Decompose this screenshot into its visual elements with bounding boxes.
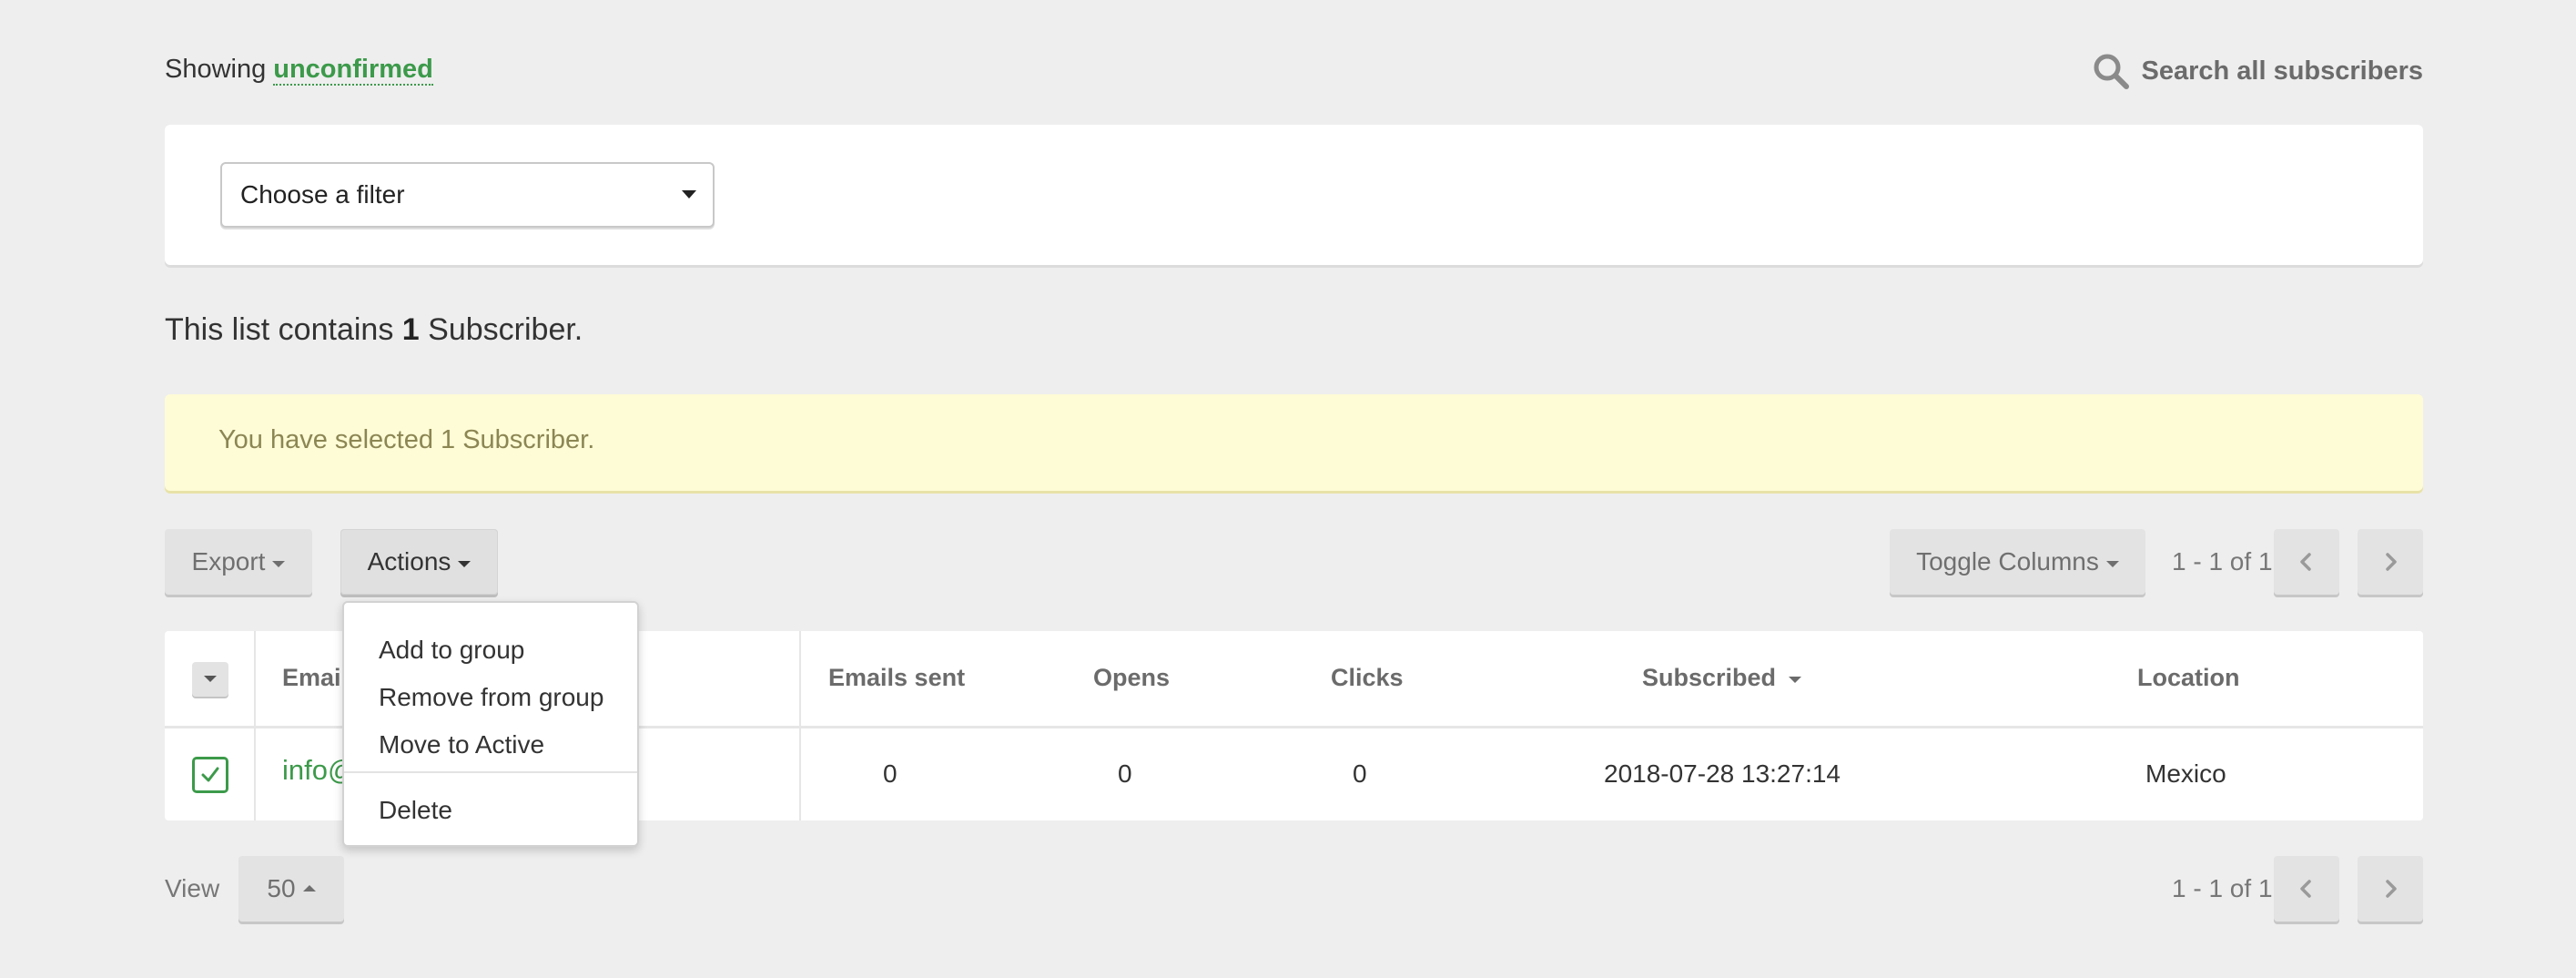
chevron-down-icon [682, 190, 696, 199]
cell-emails-sent: 0 [883, 759, 898, 788]
filter-select[interactable]: Choose a filter [220, 162, 715, 228]
sort-descending-icon [1788, 677, 1801, 683]
chevron-left-icon [2300, 880, 2311, 898]
pagination-info-top: 1 - 1 of 1 [2172, 547, 2273, 576]
search-all-subscribers-button[interactable]: Search all subscribers [2091, 51, 2424, 91]
summary-suffix: Subscriber. [428, 312, 583, 347]
selection-notice-text: You have selected 1 Subscriber. [218, 425, 595, 454]
caret-up-icon [302, 884, 316, 891]
actions-button[interactable]: Actions [340, 529, 498, 595]
column-header-clicks[interactable]: Clicks [1331, 661, 1404, 694]
selection-notice: You have selected 1 Subscriber. [165, 394, 2423, 491]
summary-prefix: This list contains [165, 312, 394, 347]
chevron-right-icon [2386, 553, 2397, 571]
export-label: Export [191, 547, 266, 576]
chevron-left-icon [2300, 553, 2311, 571]
menu-item-add-to-group[interactable]: Add to group [379, 634, 524, 667]
showing-status: Showing unconfirmed [165, 53, 433, 86]
caret-down-icon [272, 560, 286, 567]
previous-page-button-bottom[interactable] [2274, 856, 2339, 922]
chevron-right-icon [2386, 880, 2397, 898]
per-page-value: 50 [267, 874, 296, 902]
next-page-button-top[interactable] [2358, 529, 2423, 595]
row-select-checkbox[interactable] [192, 757, 228, 793]
next-page-button-bottom[interactable] [2358, 856, 2423, 922]
filter-select-value: Choose a filter [240, 180, 405, 209]
previous-page-button-top[interactable] [2274, 529, 2339, 595]
showing-label: Showing [165, 55, 267, 84]
menu-item-move-to-active[interactable]: Move to Active [379, 728, 544, 761]
column-header-opens[interactable]: Opens [1093, 661, 1170, 694]
column-header-subscribed[interactable]: Subscribed [1642, 661, 1801, 694]
column-divider [254, 631, 256, 820]
showing-filter-link[interactable]: unconfirmed [273, 55, 433, 86]
toggle-columns-button[interactable]: Toggle Columns [1890, 529, 2145, 595]
export-button[interactable]: Export [165, 529, 312, 595]
check-icon [201, 767, 219, 782]
toggle-columns-label: Toggle Columns [1916, 547, 2099, 576]
caret-down-icon [2105, 560, 2119, 567]
summary-count: 1 [401, 312, 420, 347]
select-all-dropdown[interactable] [192, 662, 228, 697]
caret-down-icon [204, 676, 217, 682]
subscribed-header-label: Subscribed [1642, 664, 1777, 691]
cell-location: Mexico [2145, 759, 2226, 788]
column-header-location[interactable]: Location [2137, 661, 2240, 694]
menu-divider [344, 771, 637, 773]
column-header-email[interactable]: Email [282, 661, 348, 694]
view-label: View [165, 874, 220, 902]
cell-subscribed-date: 2018-07-28 13:27:14 [1604, 759, 1841, 788]
column-divider [799, 631, 801, 820]
search-icon [2094, 54, 2129, 89]
menu-item-remove-from-group[interactable]: Remove from group [379, 681, 603, 714]
actions-label: Actions [367, 547, 451, 576]
search-all-label: Search all subscribers [2141, 56, 2424, 86]
cell-opens: 0 [1118, 759, 1132, 788]
actions-menu: Add to group Remove from group Move to A… [342, 601, 639, 847]
column-header-emails-sent[interactable]: Emails sent [828, 661, 965, 694]
pagination-info-bottom: 1 - 1 of 1 [2172, 874, 2273, 902]
cell-clicks: 0 [1353, 759, 1367, 788]
menu-item-delete[interactable]: Delete [379, 794, 452, 827]
per-page-select[interactable]: 50 [238, 856, 344, 922]
subscriber-count-summary: This list contains 1 Subscriber. [165, 310, 583, 350]
caret-down-icon [458, 560, 472, 567]
